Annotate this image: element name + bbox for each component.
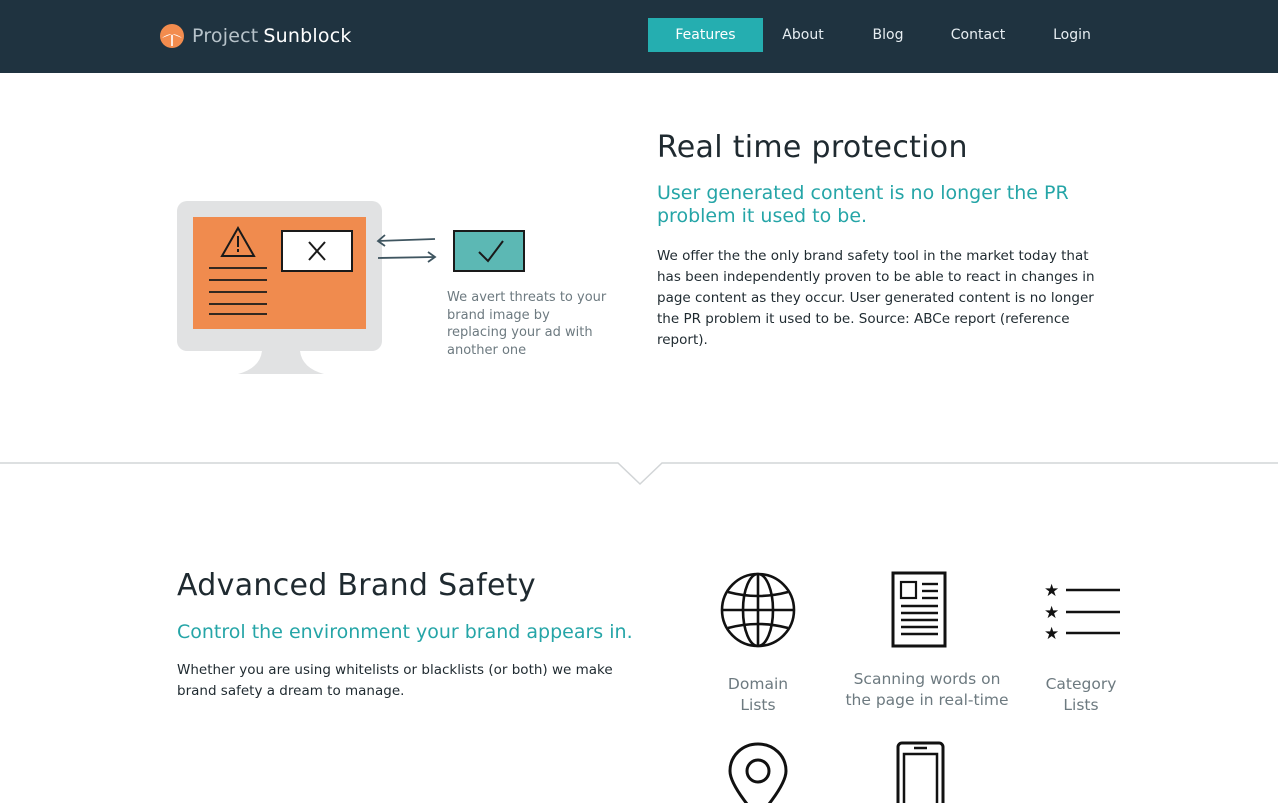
brand-name-sunblock: Sunblock: [263, 25, 352, 47]
section-divider: [0, 462, 1278, 486]
mobile-phone-icon: [896, 741, 945, 803]
section-title-real-time-protection: Real time protection: [657, 130, 968, 165]
sun-umbrella-logo-icon: [160, 24, 184, 48]
section-body-advanced-brand-safety: Whether you are using whitelists or blac…: [177, 662, 613, 699]
globe-icon: [720, 572, 796, 648]
feature-label-category-lists: Category Lists: [1045, 675, 1117, 714]
swap-arrows-icon: [376, 234, 437, 263]
nav-login[interactable]: Login: [1040, 18, 1104, 52]
section-subtitle-real-time-protection: User generated content is no longer the …: [657, 182, 1069, 227]
nav-about[interactable]: About: [768, 18, 838, 52]
section-title-advanced-brand-safety: Advanced Brand Safety: [177, 568, 536, 603]
feature-label-domain-lists: Domain Lists: [727, 675, 789, 714]
safe-ad-check-icon: [453, 230, 525, 272]
brand-logo-link[interactable]: Project Sunblock: [160, 22, 352, 50]
svg-text:★: ★: [1044, 624, 1059, 640]
starred-list-icon: ★ ★ ★: [1044, 581, 1120, 640]
svg-text:★: ★: [1044, 603, 1059, 623]
location-pin-icon: [728, 742, 788, 803]
top-navbar: Project Sunblock Features About Blog Con…: [0, 0, 1278, 73]
brand-name-project: Project: [192, 25, 259, 47]
feature-label-scanning-words: Scanning words on the page in real-time: [845, 670, 1009, 709]
document-icon: [891, 571, 947, 648]
nav-blog[interactable]: Blog: [858, 18, 918, 52]
illustration-caption: We avert threats to your brand image by …: [447, 290, 607, 358]
nav-contact[interactable]: Contact: [940, 18, 1016, 52]
blocked-ad-x-icon: [281, 230, 353, 272]
section-body-real-time-protection: We offer the the only brand safety tool …: [657, 248, 1095, 348]
nav-features[interactable]: Features: [648, 18, 763, 52]
section-subtitle-advanced-brand-safety: Control the environment your brand appea…: [177, 621, 633, 643]
svg-text:★: ★: [1044, 581, 1059, 601]
